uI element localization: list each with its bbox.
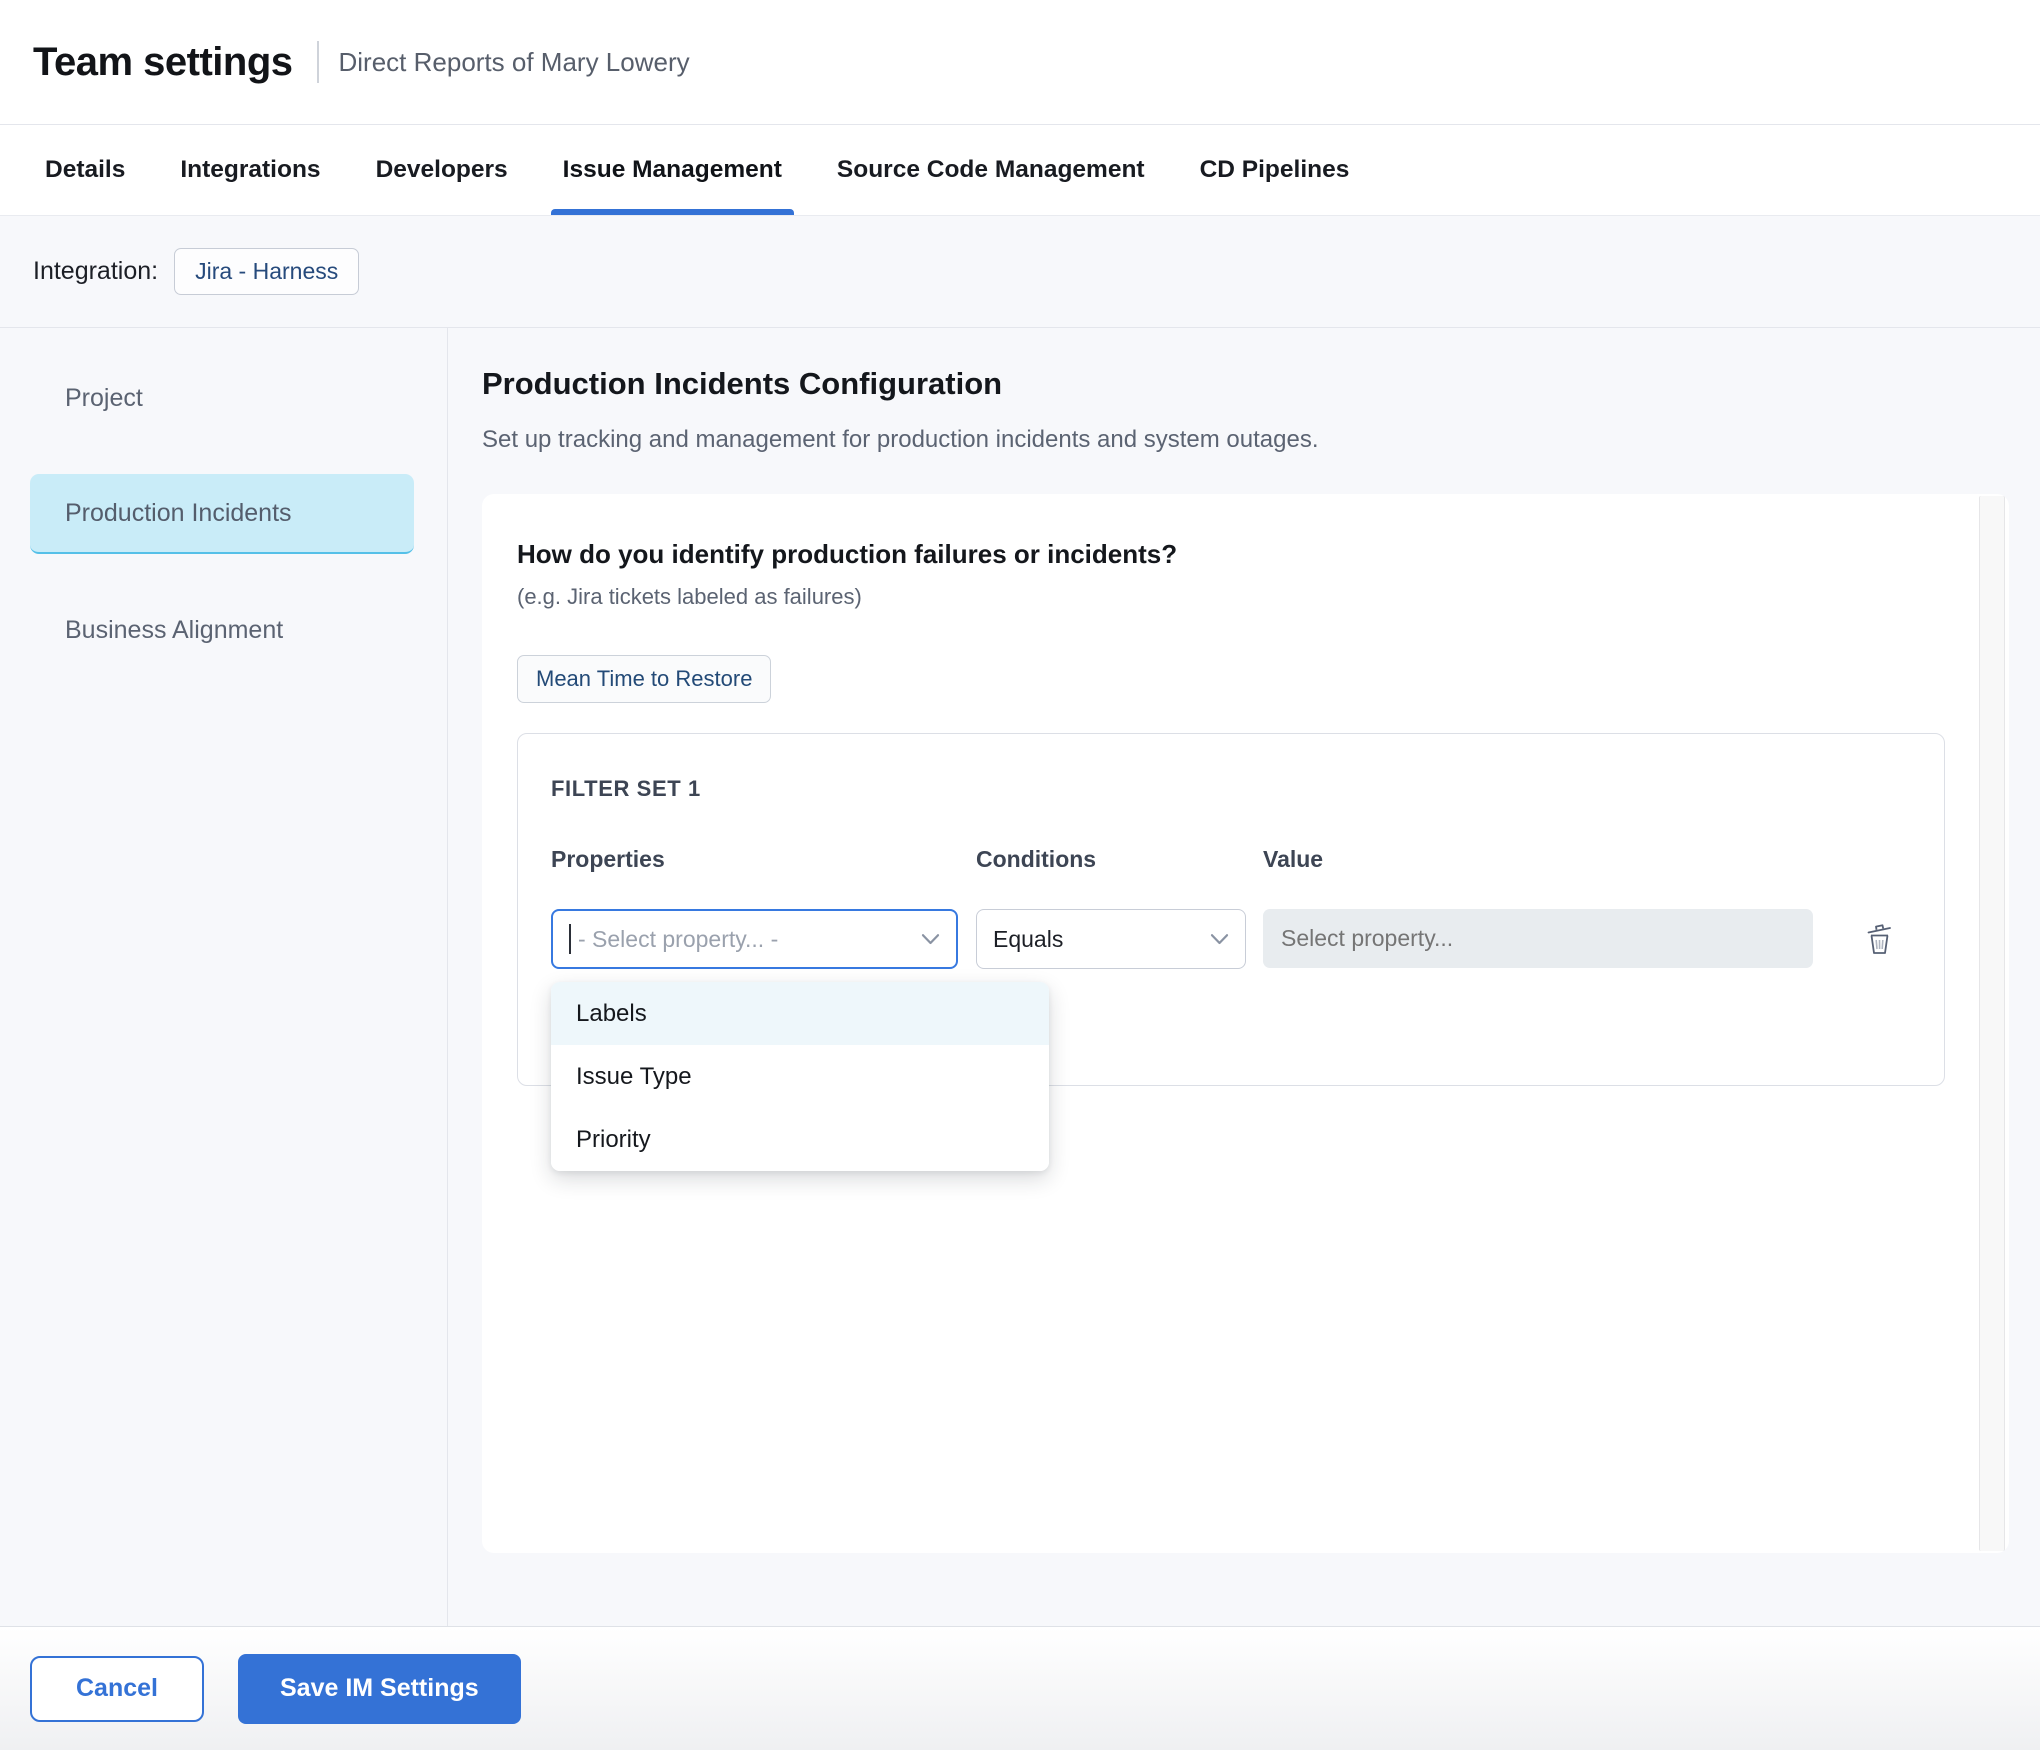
filter-set-title: FILTER SET 1 [551, 776, 701, 802]
tab-details[interactable]: Details [45, 125, 125, 215]
tab-issue-management[interactable]: Issue Management [563, 125, 782, 215]
question-heading: How do you identify production failures … [517, 539, 1949, 570]
tab-integrations[interactable]: Integrations [180, 125, 320, 215]
title-divider [317, 41, 319, 83]
chevron-down-icon [921, 933, 940, 946]
integration-chip[interactable]: Jira - Harness [174, 248, 359, 295]
body-row: Project Production Incidents Business Al… [0, 328, 2040, 1626]
integration-row: Integration: Jira - Harness [0, 216, 2040, 328]
property-select[interactable]: - Select property... - [551, 909, 958, 969]
column-label-properties: Properties [551, 846, 665, 873]
page-header: Team settings Direct Reports of Mary Low… [0, 0, 2040, 125]
save-im-settings-button[interactable]: Save IM Settings [238, 1654, 521, 1724]
filter-set-1: FILTER SET 1 Properties Conditions Value… [517, 733, 1945, 1086]
trash-icon [1862, 921, 1896, 957]
card-scrollbar[interactable] [1979, 496, 2005, 1551]
content-area: Integration: Jira - Harness Project Prod… [0, 216, 2040, 1626]
tab-cd-pipelines[interactable]: CD Pipelines [1200, 125, 1350, 215]
tab-source-code-management[interactable]: Source Code Management [837, 125, 1145, 215]
condition-select-value: Equals [993, 926, 1200, 953]
section-title: Production Incidents Configuration [482, 366, 2040, 402]
dropdown-option-issue-type[interactable]: Issue Type [551, 1045, 1049, 1108]
property-select-placeholder: - Select property... - [578, 926, 911, 953]
sidebar: Project Production Incidents Business Al… [0, 328, 448, 1626]
incidents-config-card: How do you identify production failures … [482, 494, 2009, 1553]
footer-actions: Cancel Save IM Settings [0, 1626, 2040, 1750]
dropdown-option-labels[interactable]: Labels [551, 982, 1049, 1045]
page-subtitle: Direct Reports of Mary Lowery [339, 47, 690, 78]
cancel-button[interactable]: Cancel [30, 1656, 204, 1722]
sidebar-item-business-alignment[interactable]: Business Alignment [30, 590, 414, 670]
question-hint: (e.g. Jira tickets labeled as failures) [517, 584, 1949, 610]
text-cursor [569, 924, 571, 954]
mean-time-to-restore-chip[interactable]: Mean Time to Restore [517, 655, 771, 703]
settings-tabbar: Details Integrations Developers Issue Ma… [0, 125, 2040, 216]
condition-select[interactable]: Equals [976, 909, 1246, 969]
section-subtitle: Set up tracking and management for produ… [482, 426, 2040, 454]
sidebar-item-project[interactable]: Project [30, 358, 414, 438]
value-input[interactable] [1263, 909, 1813, 968]
tab-developers[interactable]: Developers [376, 125, 508, 215]
team-settings-page: Team settings Direct Reports of Mary Low… [0, 0, 2040, 1750]
page-title: Team settings [33, 40, 293, 85]
main-panel: Production Incidents Configuration Set u… [448, 328, 2040, 1626]
integration-label: Integration: [33, 257, 158, 286]
column-label-value: Value [1263, 846, 1323, 873]
column-label-conditions: Conditions [976, 846, 1096, 873]
chevron-down-icon [1210, 933, 1229, 946]
delete-filter-button[interactable] [1859, 909, 1899, 969]
property-dropdown: Labels Issue Type Priority [551, 982, 1049, 1171]
sidebar-item-production-incidents[interactable]: Production Incidents [30, 474, 414, 554]
dropdown-option-priority[interactable]: Priority [551, 1108, 1049, 1171]
